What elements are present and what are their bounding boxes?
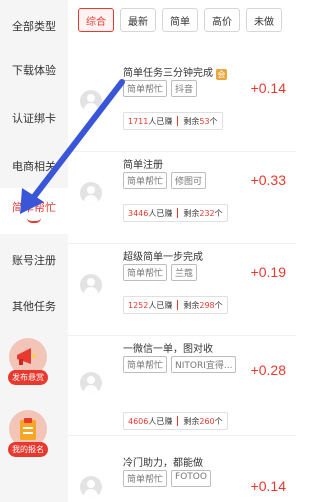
publish-reward-label: 发布悬赏 — [8, 370, 48, 385]
task-tag: NITORI宜得... — [171, 356, 237, 373]
category-sidebar: 全部类型 下载体验 认证绑卡 电商相关 简单帮忙 账号注册 其他任务 发布悬赏 … — [0, 0, 68, 502]
sidebar-item-label: 简单帮忙 — [12, 201, 56, 214]
task-reward: +0.14 — [250, 478, 286, 494]
task-item[interactable]: 简单注册 简单帮忙 修图可 3446 人已赚 剩余 232 个 +0.33 — [68, 152, 296, 244]
remaining-count: 260 — [199, 416, 215, 426]
avatar — [80, 372, 102, 394]
task-tag: FOTOO — [171, 470, 211, 487]
task-stats: 1252 人已赚 剩余 298 个 — [123, 296, 228, 314]
my-signup-label: 我的报名 — [8, 442, 48, 457]
task-title: 冷门助力，都能做 — [123, 458, 203, 469]
remaining-label: 剩余 — [183, 208, 200, 218]
tab-simple[interactable]: 简单 — [162, 8, 198, 32]
task-title: 超级简单一步完成 — [123, 252, 203, 263]
task-tag: 抖音 — [171, 80, 198, 97]
sidebar-item-account-register[interactable]: 账号注册 — [0, 240, 68, 280]
avatar — [80, 90, 102, 112]
avatar — [80, 476, 102, 498]
remaining-count: 298 — [199, 300, 215, 310]
task-reward: +0.14 — [250, 80, 286, 96]
sidebar-item-label: 电商相关 — [12, 160, 56, 173]
task-tag: 简单帮忙 — [123, 470, 168, 487]
earned-count: 1711 — [128, 116, 149, 126]
tab-high-price[interactable]: 高价 — [204, 8, 240, 32]
sidebar-item-label: 认证绑卡 — [12, 112, 56, 125]
sidebar-item-label: 其他任务 — [12, 300, 56, 313]
filter-tabs: 综合 最新 简单 高价 未做 — [78, 8, 292, 34]
sidebar-item-label: 全部类型 — [12, 20, 56, 33]
remaining-count: 53 — [199, 116, 210, 126]
task-item[interactable]: 冷门助力，都能做 简单帮忙 FOTOO +0.14 — [68, 450, 296, 502]
task-tag: 修图可 — [171, 172, 207, 189]
sidebar-item-label: 账号注册 — [12, 254, 56, 267]
verified-badge-icon: 会 — [216, 69, 227, 80]
earned-count: 4606 — [128, 416, 149, 426]
task-tags: 简单帮忙 FOTOO — [123, 470, 253, 487]
task-item[interactable]: 一微信一单，图对收 简单帮忙 NITORI宜得... 4606 人已赚 剩余 260… — [68, 336, 296, 436]
remaining-label: 剩余 — [183, 416, 200, 426]
task-tag: 兰蔻 — [171, 264, 198, 281]
earned-count: 1252 — [128, 300, 149, 310]
task-tag: 简单帮忙 — [123, 264, 168, 281]
earned-label: 人已赚 — [148, 208, 173, 218]
earned-label: 人已赚 — [148, 300, 173, 310]
tab-not-done[interactable]: 未做 — [246, 8, 282, 32]
sidebar-item-label: 下载体验 — [12, 64, 56, 77]
sidebar-item-ecommerce[interactable]: 电商相关 — [0, 146, 68, 186]
remaining-label: 剩余 — [183, 116, 200, 126]
sidebar-item-other[interactable]: 其他任务 — [0, 286, 68, 326]
task-title: 简单注册 — [123, 160, 163, 171]
task-reward: +0.28 — [250, 362, 286, 378]
active-indicator-icon — [27, 218, 41, 223]
task-tag: 简单帮忙 — [123, 356, 168, 373]
task-stats: 3446 人已赚 剩余 232 个 — [123, 204, 228, 222]
sidebar-item-download[interactable]: 下载体验 — [0, 50, 68, 90]
task-title: 简单任务三分钟完成会 — [123, 68, 227, 80]
tab-comprehensive[interactable]: 综合 — [78, 8, 114, 32]
my-signup-button[interactable]: 我的报名 — [6, 410, 50, 457]
sidebar-item-simple-help[interactable]: 简单帮忙 — [0, 188, 68, 234]
task-item[interactable]: 简单任务三分钟完成会 简单帮忙 抖音 1711 人已赚 剩余 53 个 +0.14 — [68, 60, 296, 152]
task-tags: 简单帮忙 NITORI宜得... — [123, 356, 253, 373]
task-reward: +0.19 — [250, 264, 286, 280]
avatar — [80, 274, 102, 296]
sidebar-item-all-types[interactable]: 全部类型 — [0, 6, 68, 46]
task-tags: 简单帮忙 抖音 — [123, 80, 253, 97]
task-tags: 简单帮忙 修图可 — [123, 172, 253, 189]
remaining-unit: 个 — [214, 416, 223, 426]
task-reward: +0.33 — [250, 172, 286, 188]
earned-label: 人已赚 — [148, 116, 173, 126]
publish-reward-button[interactable]: 发布悬赏 — [6, 338, 50, 385]
remaining-unit: 个 — [214, 300, 223, 310]
remaining-unit: 个 — [209, 116, 218, 126]
avatar — [80, 182, 102, 204]
task-item[interactable]: 超级简单一步完成 简单帮忙 兰蔻 1252 人已赚 剩余 298 个 +0.19 — [68, 244, 296, 336]
remaining-count: 232 — [199, 208, 215, 218]
tab-latest[interactable]: 最新 — [120, 8, 156, 32]
task-stats: 4606 人已赚 剩余 260 个 — [123, 412, 228, 430]
task-tags: 简单帮忙 兰蔻 — [123, 264, 253, 281]
task-tag: 简单帮忙 — [123, 172, 168, 189]
remaining-unit: 个 — [214, 208, 223, 218]
earned-label: 人已赚 — [148, 416, 173, 426]
remaining-label: 剩余 — [183, 300, 200, 310]
task-title: 一微信一单，图对收 — [123, 344, 213, 355]
task-stats: 1711 人已赚 剩余 53 个 — [123, 112, 223, 130]
task-tag: 简单帮忙 — [123, 80, 168, 97]
earned-count: 3446 — [128, 208, 149, 218]
sidebar-item-verify-card[interactable]: 认证绑卡 — [0, 98, 68, 138]
